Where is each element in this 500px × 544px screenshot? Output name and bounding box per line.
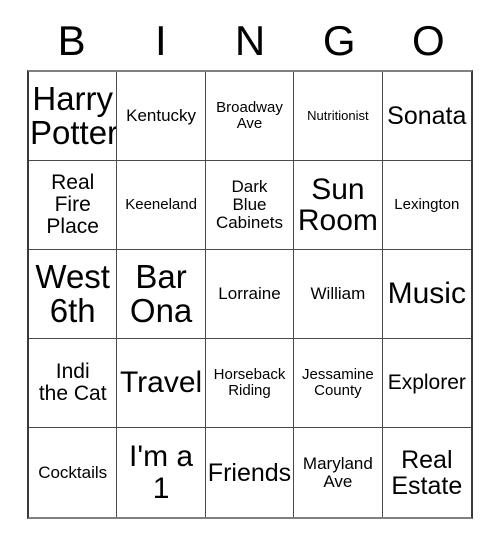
bingo-cell-label: Cocktails: [38, 462, 108, 482]
bingo-cell[interactable]: West 6th: [29, 250, 118, 339]
bingo-cell-label: Dark Blue Cabinets: [215, 177, 284, 232]
bingo-cell[interactable]: Horseback Riding: [205, 339, 295, 428]
bingo-cell[interactable]: Sonata: [382, 72, 471, 161]
bingo-cell-label: Kentucky: [126, 106, 197, 126]
bingo-cell-label: Real Fire Place: [46, 171, 99, 238]
bingo-cell[interactable]: Explorer: [382, 339, 471, 428]
bingo-cell-label: Sun Room: [297, 172, 378, 237]
header-letter-o: O: [412, 17, 445, 64]
bingo-cell-label: Keeneland: [125, 196, 197, 214]
header-letter-n: N: [234, 17, 266, 64]
bingo-cell[interactable]: Kentucky: [117, 72, 206, 161]
bingo-cell[interactable]: Bar Ona: [117, 250, 206, 339]
header-letter-g: G: [322, 17, 356, 64]
bingo-cell-label: Lorraine: [218, 284, 281, 304]
bingo-cell-label: Friends: [207, 458, 292, 487]
bingo-cell-label: Nutritionist: [307, 108, 369, 124]
bingo-cell[interactable]: William: [294, 250, 383, 339]
bingo-cell[interactable]: Indi the Cat: [29, 339, 118, 428]
bingo-cell[interactable]: Sun Room: [294, 161, 383, 250]
bingo-cell[interactable]: Harry Potter: [29, 72, 118, 161]
bingo-cell-label: Travel: [119, 366, 203, 400]
bingo-cell[interactable]: Dark Blue Cabinets: [205, 161, 295, 250]
bingo-cell[interactable]: Keeneland: [117, 161, 206, 250]
bingo-cell[interactable]: Real Fire Place: [29, 161, 118, 250]
bingo-cell[interactable]: Jessamine County: [294, 339, 383, 428]
bingo-cell[interactable]: Lexington: [382, 161, 471, 250]
bingo-cell[interactable]: Lorraine: [205, 250, 295, 339]
bingo-cell[interactable]: Broadway Ave: [205, 72, 295, 161]
bingo-header: B I N G O: [27, 12, 473, 70]
bingo-cell[interactable]: Nutritionist: [294, 72, 383, 161]
bingo-card: B I N G O Harry Potter Kentucky Broadway…: [27, 12, 473, 519]
bingo-cell-label: Music: [387, 277, 466, 311]
bingo-cell-label: Broadway Ave: [216, 99, 283, 132]
bingo-cell[interactable]: Maryland Ave: [294, 428, 383, 517]
bingo-cell-label: Jessamine County: [302, 366, 374, 399]
bingo-cell[interactable]: I'm a 1: [117, 428, 206, 517]
bingo-cell-label: Maryland Ave: [302, 453, 373, 491]
bingo-cell-label: Lexington: [394, 196, 460, 214]
bingo-cell-label: West 6th: [35, 257, 110, 329]
bingo-cell[interactable]: Real Estate: [382, 428, 471, 517]
bingo-cell-label: Real Estate: [391, 445, 463, 500]
bingo-cell[interactable]: Cocktails: [29, 428, 118, 517]
bingo-cell-label: Sonata: [387, 102, 467, 130]
header-letter-i: I: [154, 17, 167, 64]
bingo-grid: Harry Potter Kentucky Broadway Ave Nutri…: [27, 70, 473, 519]
bingo-cell[interactable]: Music: [382, 250, 471, 339]
bingo-cell-label: William: [310, 284, 366, 304]
bingo-cell-label: Horseback Riding: [213, 366, 286, 399]
bingo-cell[interactable]: Travel: [117, 339, 206, 428]
header-letter-b: B: [57, 17, 86, 64]
bingo-cell-label: Bar Ona: [129, 257, 193, 329]
bingo-cell-label: Harry Potter: [30, 79, 118, 151]
bingo-cell-label: Explorer: [387, 371, 466, 395]
bingo-cell[interactable]: Friends: [205, 428, 295, 517]
bingo-cell-label: Indi the Cat: [38, 360, 107, 405]
bingo-cell-label: I'm a 1: [129, 440, 194, 505]
